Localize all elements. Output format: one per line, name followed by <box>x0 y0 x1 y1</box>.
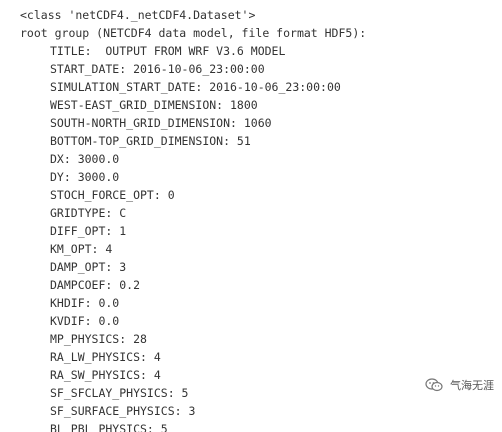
attribute-line: START_DATE: 2016-10-06_23:00:00 <box>50 62 265 76</box>
root-group-line: root group (NETCDF4 data model, file for… <box>20 26 367 40</box>
attribute-line: MP_PHYSICS: 28 <box>50 332 147 346</box>
attribute-line: DIFF_OPT: 1 <box>50 224 127 238</box>
attribute-line: WEST-EAST_GRID_DIMENSION: 1800 <box>50 98 258 112</box>
watermark-text: 气海无涯 <box>450 379 494 392</box>
attribute-line: TITLE: OUTPUT FROM WRF V3.6 MODEL <box>50 44 286 58</box>
attribute-line: SF_SURFACE_PHYSICS: 3 <box>50 404 196 418</box>
attribute-line: STOCH_FORCE_OPT: 0 <box>50 188 175 202</box>
attribute-line: BL_PBL_PHYSICS: 5 <box>50 422 168 432</box>
wechat-icon <box>425 352 446 418</box>
attribute-line: BOTTOM-TOP_GRID_DIMENSION: 51 <box>50 134 251 148</box>
attribute-line: DAMPCOEF: 0.2 <box>50 278 141 292</box>
attribute-line: KM_OPT: 4 <box>50 242 113 256</box>
watermark: 气海无涯 <box>425 352 494 418</box>
attribute-line: GRIDTYPE: C <box>50 206 127 220</box>
attribute-line: RA_SW_PHYSICS: 4 <box>50 368 161 382</box>
attribute-line: SIMULATION_START_DATE: 2016-10-06_23:00:… <box>50 80 341 94</box>
class-line: <class 'netCDF4._netCDF4.Dataset'> <box>20 8 256 22</box>
attribute-line: KVDIF: 0.0 <box>50 314 120 328</box>
attribute-line: DY: 3000.0 <box>50 170 120 184</box>
attribute-line: SF_SFCLAY_PHYSICS: 5 <box>50 386 189 400</box>
attribute-line: RA_LW_PHYSICS: 4 <box>50 350 161 364</box>
console-output: <class 'netCDF4._netCDF4.Dataset'> root … <box>0 0 502 432</box>
attribute-line: DAMP_OPT: 3 <box>50 260 127 274</box>
attribute-line: DX: 3000.0 <box>50 152 120 166</box>
attribute-line: KHDIF: 0.0 <box>50 296 120 310</box>
attribute-line: SOUTH-NORTH_GRID_DIMENSION: 1060 <box>50 116 272 130</box>
